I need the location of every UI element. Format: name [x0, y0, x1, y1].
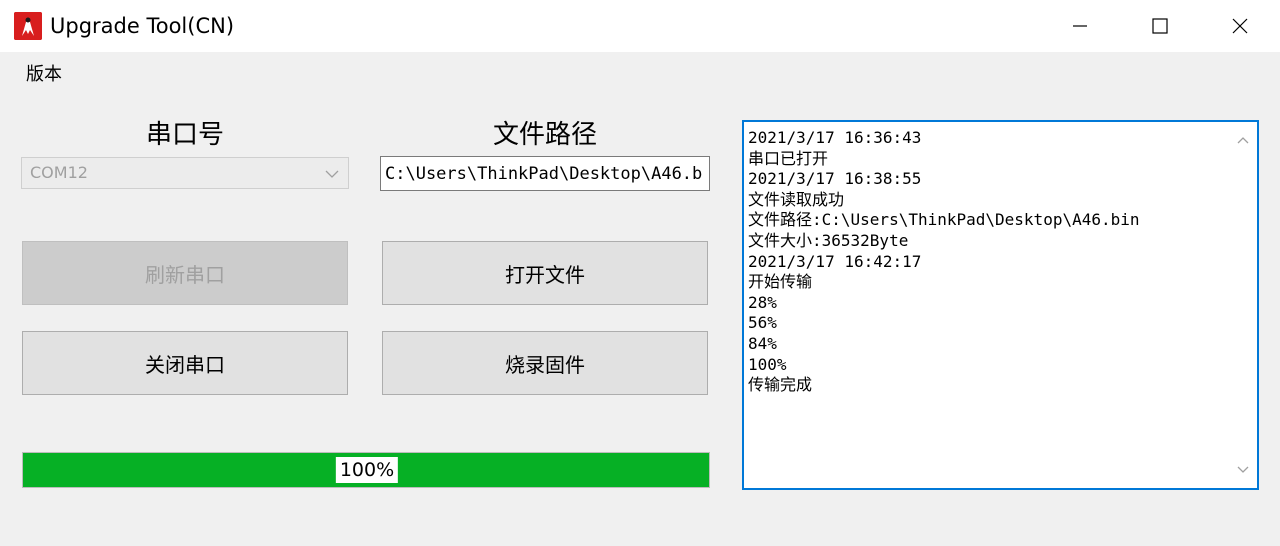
file-path-input[interactable]	[380, 156, 710, 191]
chevron-up-icon[interactable]	[1235, 132, 1251, 148]
log-line: 文件读取成功	[748, 189, 845, 209]
minimize-button[interactable]	[1040, 0, 1120, 52]
log-line: 56%	[748, 313, 777, 333]
log-line: 串口已打开	[748, 148, 829, 168]
window-title: Upgrade Tool(CN)	[50, 14, 235, 38]
maximize-button[interactable]	[1120, 0, 1200, 52]
serial-port-value: COM12	[30, 163, 88, 182]
menu-bar	[0, 52, 1280, 96]
title-bar: Upgrade Tool(CN)	[0, 0, 1280, 52]
app-icon	[14, 12, 42, 40]
open-file-button[interactable]: 打开文件	[382, 241, 708, 305]
maximize-icon	[1152, 18, 1168, 34]
burn-firmware-button[interactable]: 烧录固件	[382, 331, 708, 395]
menu-item-version[interactable]: 版本	[26, 62, 62, 88]
log-content: 2021/3/17 16:36:43 串口已打开 2021/3/17 16:38:5…	[748, 128, 1228, 396]
log-line: 84%	[748, 333, 777, 353]
log-line: 开始传输	[748, 272, 813, 292]
log-line: 2021/3/17 16:38:55	[748, 169, 922, 189]
log-line: 文件大小:36532Byte	[748, 230, 909, 250]
log-line: 100%	[748, 354, 787, 374]
serial-port-select[interactable]: COM12	[21, 157, 349, 189]
file-path-field[interactable]	[381, 157, 709, 190]
log-scrollbar[interactable]	[1229, 122, 1257, 488]
file-path-label: 文件路径	[492, 120, 597, 150]
minimize-icon	[1073, 25, 1087, 27]
close-port-button[interactable]: 关闭串口	[22, 331, 348, 395]
progress-text: 100%	[335, 457, 399, 483]
log-line: 文件路径:C:\Users\ThinkPad\Desktop\A46.bin	[748, 210, 1140, 230]
log-line: 2021/3/17 16:36:43	[748, 128, 922, 147]
refresh-port-button[interactable]: 刷新串口	[22, 241, 348, 305]
chevron-down-icon	[325, 170, 339, 178]
log-line: 28%	[748, 292, 777, 312]
log-textarea[interactable]: 2021/3/17 16:36:43 串口已打开 2021/3/17 16:38:5…	[742, 120, 1259, 490]
close-icon	[1232, 18, 1248, 34]
progress-bar: 100%	[22, 452, 710, 488]
log-line: 传输完成	[748, 375, 813, 395]
close-button[interactable]	[1200, 0, 1280, 52]
serial-port-label: 串口号	[145, 120, 224, 150]
chevron-down-icon[interactable]	[1235, 462, 1251, 478]
log-line: 2021/3/17 16:42:17	[748, 251, 922, 271]
